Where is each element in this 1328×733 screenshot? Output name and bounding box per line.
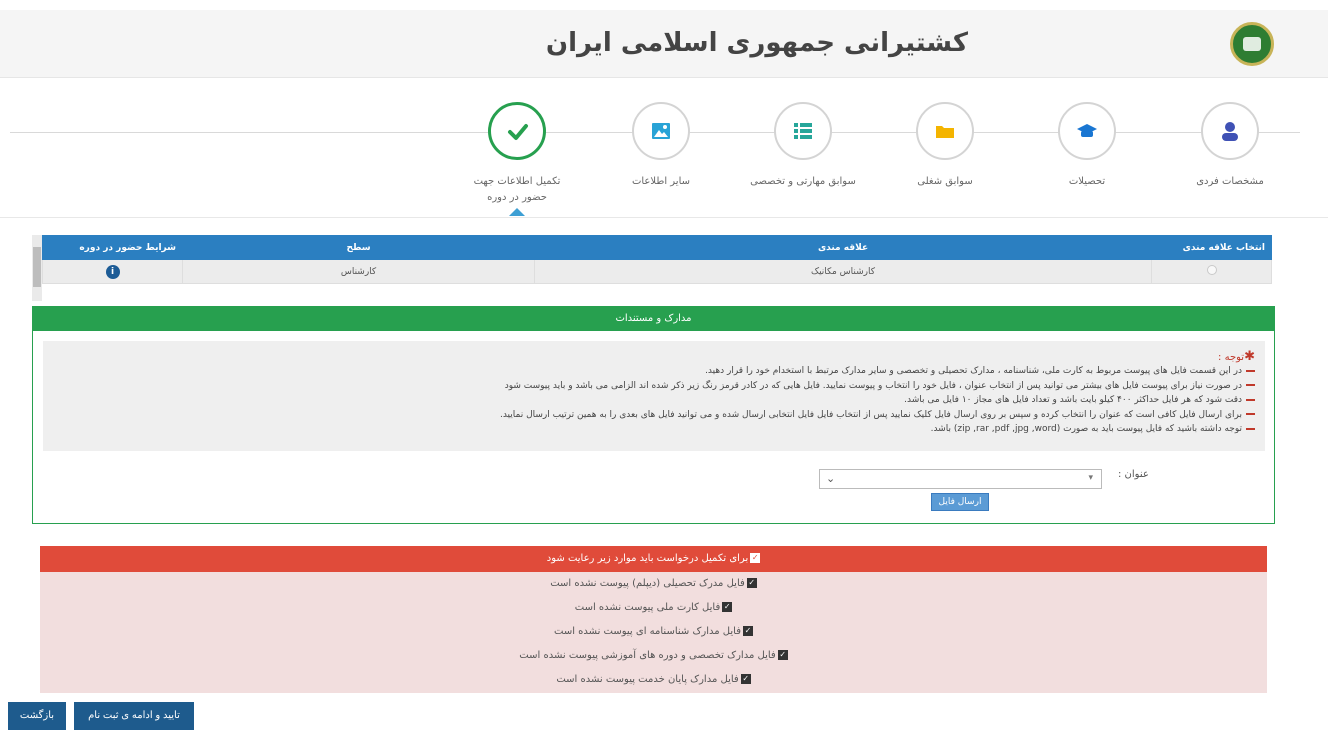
check-icon xyxy=(491,105,545,159)
documents-panel: مدارک و مستندات ✱توجه : در این قسمت فایل… xyxy=(32,306,1275,524)
title-label: عنوان : xyxy=(1118,469,1149,480)
checkbox-icon: ✓ xyxy=(746,578,757,588)
step-course-attendance[interactable]: تکمیل اطلاعات جهت حضور در دوره xyxy=(442,102,592,216)
step-label: تحصیلات xyxy=(1068,176,1106,187)
step-personal-info[interactable]: مشخصات فردی xyxy=(1155,102,1305,190)
interest-radio[interactable] xyxy=(1206,265,1217,275)
note-line: در این قسمت فایل های پیوست مربوط به کارت… xyxy=(53,364,1255,379)
checkbox-icon: ✓ xyxy=(742,626,753,636)
title-select[interactable]: ⌄ ▾ xyxy=(819,469,1102,489)
notes-box: ✱توجه : در این قسمت فایل های پیوست مربوط… xyxy=(43,341,1265,451)
checkbox-icon: ✓ xyxy=(750,553,761,563)
documents-panel-header: مدارک و مستندات xyxy=(33,307,1274,331)
table-scrollbar[interactable] xyxy=(32,235,42,301)
conditions-cell: i xyxy=(42,259,183,284)
checkbox-icon: ✓ xyxy=(777,650,788,660)
column-header: علاقه مندی xyxy=(534,235,1152,260)
confirm-continue-button[interactable]: تایید و ادامه ی ثبت نام xyxy=(74,702,194,730)
step-skills[interactable]: سوابق مهارتی و تخصصی xyxy=(728,102,878,190)
column-header: شرایط حضور در دوره xyxy=(42,235,183,260)
dash-icon xyxy=(1246,427,1255,430)
folder-icon xyxy=(918,104,972,158)
table-row: کارشناس مکانیک کارشناس i xyxy=(42,259,1272,284)
step-label: مشخصات فردی xyxy=(1196,176,1264,187)
interest-cell: کارشناس مکانیک xyxy=(534,259,1152,284)
asterisk-icon: ✱ xyxy=(1244,349,1255,364)
column-header: انتخاب علاقه مندی xyxy=(1151,235,1272,260)
graduation-cap-icon xyxy=(1060,104,1114,158)
note-line: دقت شود که هر فایل حداکثر ۴۰۰ کیلو بایت … xyxy=(53,393,1255,408)
step-education[interactable]: تحصیلات xyxy=(1012,102,1162,190)
requirement-item: ✓فایل مدارک پایان خدمت پیوست نشده است xyxy=(556,674,751,685)
requirement-item: ✓فایل کارت ملی پیوست نشده است xyxy=(574,602,733,613)
company-logo xyxy=(1230,22,1274,66)
note-line: توجه داشته باشید که فایل پیوست باید به ص… xyxy=(53,422,1255,437)
step-label: تکمیل اطلاعات جهت حضور در دوره xyxy=(473,176,561,203)
requirements-panel: ✓برای تکمیل درخواست باید موارد زیر رعایت… xyxy=(40,546,1267,693)
back-button[interactable]: بازگشت xyxy=(8,702,66,730)
column-header: سطح xyxy=(181,235,536,260)
note-line: در صورت نیاز برای پیوست فایل های بیشتر م… xyxy=(53,379,1255,394)
send-file-button[interactable]: ارسال فایل xyxy=(931,493,989,511)
requirements-header: ✓برای تکمیل درخواست باید موارد زیر رعایت… xyxy=(40,546,1267,572)
requirement-item: ✓فایل مدارک تخصصی و دوره های آموزشی پیوس… xyxy=(519,650,788,661)
info-icon[interactable]: i xyxy=(105,264,120,279)
list-icon xyxy=(776,104,830,158)
active-step-pointer xyxy=(509,208,525,216)
note-line: برای ارسال فایل کافی است که عنوان را انت… xyxy=(53,408,1255,423)
dash-icon xyxy=(1246,384,1255,386)
step-other-info[interactable]: سایر اطلاعات xyxy=(586,102,736,190)
step-label: سوابق مهارتی و تخصصی xyxy=(750,176,856,187)
person-icon xyxy=(1203,104,1257,158)
step-work-history[interactable]: سوابق شغلی xyxy=(870,102,1020,190)
checkbox-icon: ✓ xyxy=(740,674,751,684)
select-arrow-icon: ▾ xyxy=(1088,473,1093,483)
level-cell: کارشناس xyxy=(181,259,536,284)
site-title: کشتیرانی جمهوری اسلامی ایران xyxy=(545,28,968,58)
dash-icon xyxy=(1246,413,1255,415)
dash-icon xyxy=(1246,398,1255,401)
step-label: سایر اطلاعات xyxy=(631,176,691,187)
checkbox-icon: ✓ xyxy=(722,602,733,612)
interests-table: انتخاب علاقه مندی علاقه مندی سطح شرایط ح… xyxy=(42,235,1272,284)
notes-title: ✱توجه : xyxy=(1218,349,1255,364)
chevron-down-icon: ⌄ xyxy=(826,472,836,485)
requirement-item: ✓فایل مدارک شناسنامه ای پیوست نشده است xyxy=(554,626,753,637)
app-header: کشتیرانی جمهوری اسلامی ایران xyxy=(0,10,1328,78)
requirement-item: ✓فایل مدرک تحصیلی (دیپلم) پیوست نشده است xyxy=(550,578,757,589)
step-label: سوابق شغلی xyxy=(917,176,973,187)
image-icon xyxy=(634,104,688,158)
interest-radio-cell[interactable] xyxy=(1151,259,1272,284)
interests-table-container: انتخاب علاقه مندی علاقه مندی سطح شرایط ح… xyxy=(32,235,1272,301)
registration-steps: مشخصات فردی تحصیلات سوابق شغلی سوابق مها… xyxy=(0,88,1328,218)
dash-icon xyxy=(1246,369,1255,372)
